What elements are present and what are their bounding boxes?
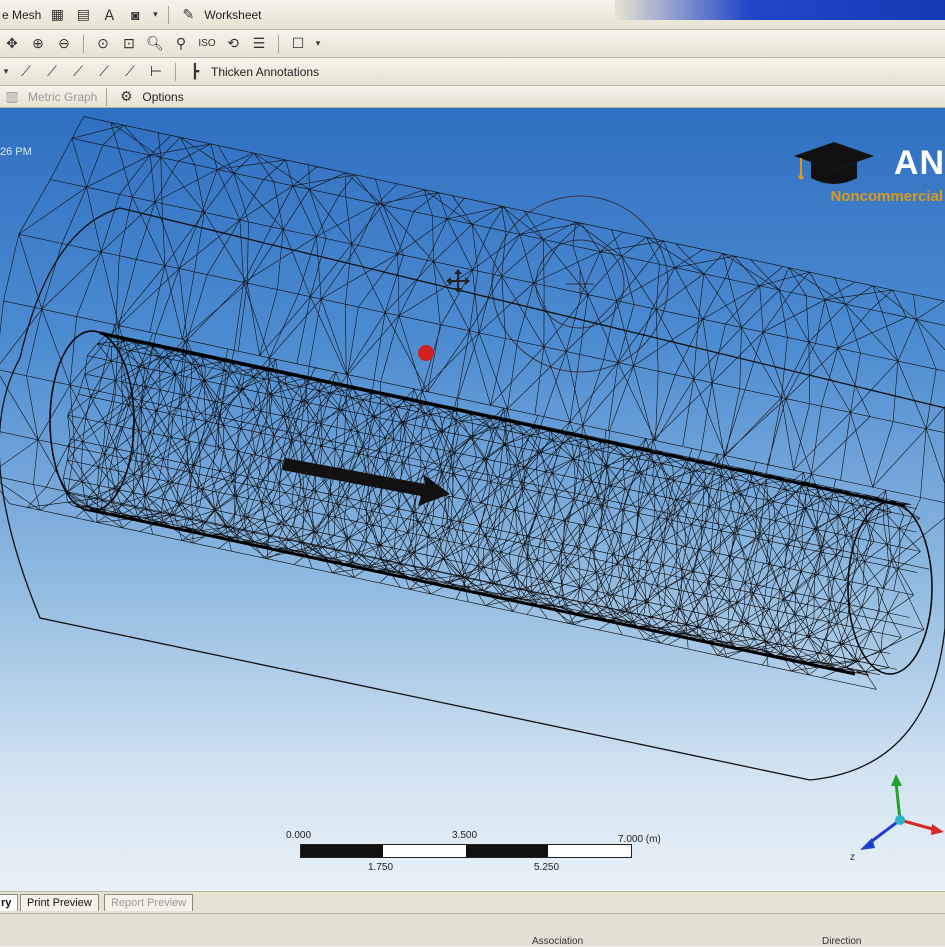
graphics-viewport[interactable]: 26 PM AN Noncommercial z 0.000 3.500 7.0… [0,108,945,891]
toolbar-separator [168,5,170,24]
chevron-down-icon[interactable]: ▾ [314,34,322,54]
mesh-wireframe: z [0,116,945,863]
annotation-tool-1-icon[interactable]: ⟋ [16,62,36,82]
chevron-down-icon[interactable]: ▾ [151,5,159,25]
stack-icon[interactable]: ☰ [249,34,269,54]
toolbar-view: ✥ ⊕ ⊖ ⊙ ⊡ 🔍︎ ⚲ ISO ⟲ ☰ ☐ ▾ [0,30,945,58]
worksheet-icon[interactable]: ✎ [178,5,198,25]
tab-report-preview[interactable]: Report Preview [104,894,194,911]
view-tabs: ry Print Preview Report Preview [0,891,945,914]
annotation-tool-3-icon[interactable]: ⟋ [68,62,88,82]
tree-icon[interactable]: ▤ [73,5,93,25]
mesh-edges [63,334,921,676]
scale-bar: 0.000 3.500 7.000 (m) 1.750 5.250 [280,830,700,890]
pan-icon[interactable]: ✥ [2,34,22,54]
toolbar-separator [83,34,84,53]
zoom-icon[interactable]: ⚲ [171,34,191,54]
dimension-icon[interactable]: ⊢ [146,62,166,82]
zoom-out-icon[interactable]: ⊖ [54,34,74,54]
iso-icon[interactable]: ISO [197,34,217,54]
rotate-icon[interactable]: ⟲ [223,34,243,54]
annotation-tool-2-icon[interactable]: ⟋ [42,62,62,82]
tab-print-preview[interactable]: Print Preview [20,894,99,911]
magnify-icon[interactable]: 🔍︎ [145,34,165,54]
view-icon[interactable]: ◙ [125,5,145,25]
zoom-fit-icon[interactable]: ⊡ [119,34,139,54]
worksheet-button[interactable]: Worksheet [204,8,261,22]
toolbar-annotations: ▾ ⟋ ⟋ ⟋ ⟋ ⟋ ⊢ ┣ Thicken Annotations [0,58,945,86]
scale-label-2: 3.500 [452,830,478,841]
table-icon[interactable]: ▦ [47,5,67,25]
toolbar-graph: ▥ Metric Graph ⚙ Options [0,86,945,108]
zoom-in-icon[interactable]: ⊕ [28,34,48,54]
inner-mesh-lines [63,334,921,676]
options-button[interactable]: Options [142,90,183,104]
toolbar-separator [278,34,279,53]
toolbar-separator [106,87,108,106]
annotation-tool-5-icon[interactable]: ⟋ [120,62,140,82]
scale-label-0: 0.000 [286,830,312,841]
move-cursor-icon [446,269,470,293]
details-panel: Association Direction [0,913,945,947]
chevron-down-icon[interactable]: ▾ [2,62,10,82]
thicken-annotations-button[interactable]: Thicken Annotations [211,65,319,79]
scale-label-1: 1.750 [368,862,394,873]
mesh-menu-label[interactable]: e Mesh [2,8,41,22]
red-marker [418,345,434,361]
zoom-box-icon[interactable]: ⊙ [93,34,113,54]
svg-text:z: z [850,852,855,863]
axis-triad: z [850,774,944,863]
association-header: Association [532,936,584,947]
thicken-icon[interactable]: ┣ [185,62,205,82]
scale-track [300,844,632,858]
tab-geometry[interactable]: ry [0,894,19,911]
options-icon[interactable]: ⚙ [116,87,136,107]
annotation-tool-4-icon[interactable]: ⟋ [94,62,114,82]
frame-icon[interactable]: ☐ [288,34,308,54]
metric-graph-button[interactable]: Metric Graph [28,90,97,104]
text-icon[interactable]: Ａ [99,5,119,25]
metric-graph-icon[interactable]: ▥ [2,87,22,107]
scale-label-3: 5.250 [534,862,560,873]
direction-header: Direction [822,936,862,947]
toolbar-separator [175,62,176,81]
toolbar-top: e Mesh ▦ ▤ Ａ ◙ ▾ ✎ Worksheet [0,0,945,30]
